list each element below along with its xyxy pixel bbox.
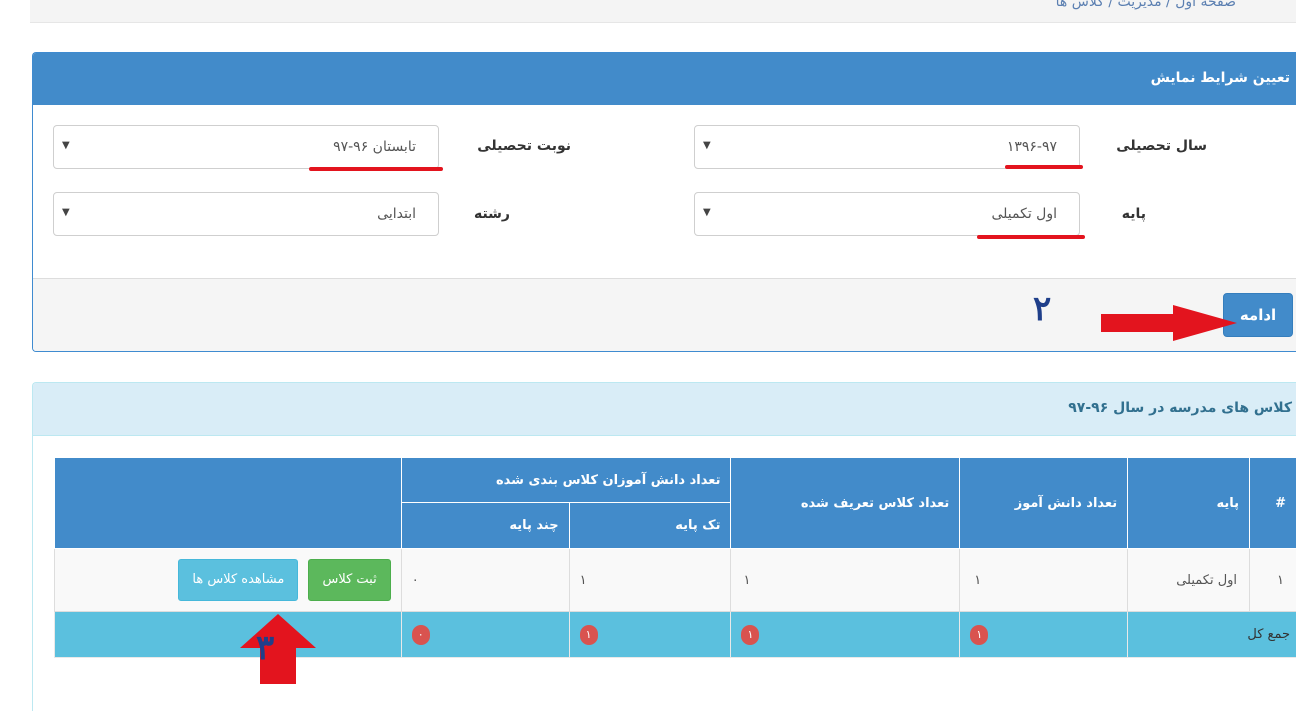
- col-single-grade: تک پایه: [568, 502, 732, 549]
- grade-select-value: اول تکمیلی: [991, 206, 1057, 222]
- classes-panel-title: کلاس های مدرسه در سال ۹۶-۹۷: [1068, 400, 1292, 416]
- register-class-button[interactable]: ثبت کلاس: [308, 559, 391, 601]
- cell-students: ۱: [959, 548, 1129, 612]
- col-grade: پایه: [1127, 457, 1251, 549]
- field-select-value: ابتدایی: [377, 206, 416, 222]
- filter-panel-header: تعیین شرایط نمایش: [33, 53, 1296, 105]
- term-select[interactable]: تابستان ۹۶-۹۷ ▼: [53, 125, 439, 169]
- cell-multi-grade: ۰: [400, 548, 570, 612]
- col-multi-grade: چند پایه: [400, 502, 570, 549]
- field-label: رشته: [473, 206, 510, 222]
- year-select[interactable]: ۱۳۹۶-۹۷ ▼: [694, 125, 1080, 169]
- total-single-grade-badge: ۱: [579, 624, 598, 645]
- caret-down-icon: ▼: [62, 140, 70, 151]
- filter-panel: تعیین شرایط نمایش سال تحصیلی ۱۳۹۶-۹۷ ▼ ن…: [32, 52, 1296, 352]
- col-defined-classes: تعداد کلاس تعریف شده: [730, 457, 961, 549]
- red-arrow-up-icon: [240, 614, 316, 684]
- red-arrow-right-icon: [1101, 305, 1237, 341]
- step-3-annotation: ۳: [256, 628, 275, 668]
- grade-select[interactable]: اول تکمیلی ▼: [694, 192, 1080, 236]
- total-multi-grade-badge: ۰: [411, 624, 430, 645]
- term-underline-annotation: [309, 167, 443, 171]
- cell-single-grade: ۱: [568, 548, 732, 612]
- term-label: نوبت تحصیلی: [477, 138, 571, 154]
- total-students-badge: ۱: [970, 624, 989, 645]
- year-label: سال تحصیلی: [1116, 138, 1207, 154]
- total-multi-grade: ۰: [400, 611, 570, 658]
- step-2-annotation: ۲: [1033, 289, 1052, 329]
- cell-grade: اول تکمیلی: [1127, 548, 1251, 612]
- term-select-value: تابستان ۹۶-۹۷: [333, 139, 416, 155]
- caret-down-icon: ▼: [62, 207, 70, 218]
- year-select-value: ۱۳۹۶-۹۷: [1006, 139, 1057, 155]
- total-single-grade: ۱: [568, 611, 732, 658]
- table-row: ۱ اول تکمیلی ۱ ۱ ۱ ۰ ثبت کلاس مشاهده کلا…: [54, 548, 1296, 612]
- total-defined-classes: ۱: [730, 611, 961, 658]
- grade-underline-annotation: [977, 235, 1085, 239]
- top-strip: صفحه اول / مدیریت / کلاس ها: [30, 0, 1296, 23]
- filter-panel-footer: ادامه ۲: [33, 278, 1296, 351]
- cell-index: ۱: [1249, 548, 1296, 612]
- field-select[interactable]: ابتدایی ▼: [53, 192, 439, 236]
- col-assigned-students: تعداد دانش آموزان کلاس بندی شده: [400, 457, 732, 503]
- caret-down-icon: ▼: [703, 207, 711, 218]
- col-index: #: [1249, 457, 1296, 549]
- cell-actions: ثبت کلاس مشاهده کلاس ها: [54, 548, 402, 612]
- breadcrumb[interactable]: صفحه اول / مدیریت / کلاس ها: [1056, 0, 1236, 10]
- year-underline-annotation: [1005, 165, 1083, 169]
- classes-panel-header: کلاس های مدرسه در سال ۹۶-۹۷: [33, 383, 1296, 436]
- total-label: جمع کل: [1127, 611, 1296, 658]
- view-classes-button[interactable]: مشاهده کلاس ها: [178, 559, 299, 601]
- grade-label: پایه: [1121, 206, 1146, 222]
- total-actions: [54, 611, 402, 658]
- col-actions: [54, 457, 402, 549]
- cell-defined-classes: ۱: [730, 548, 961, 612]
- total-defined-classes-badge: ۱: [741, 624, 760, 645]
- classes-panel: کلاس های مدرسه در سال ۹۶-۹۷ # پایه تعداد…: [32, 382, 1296, 711]
- col-students: تعداد دانش آموز: [959, 457, 1129, 549]
- filter-panel-title: تعیین شرایط نمایش: [1150, 70, 1290, 86]
- total-students: ۱: [959, 611, 1129, 658]
- caret-down-icon: ▼: [703, 140, 711, 151]
